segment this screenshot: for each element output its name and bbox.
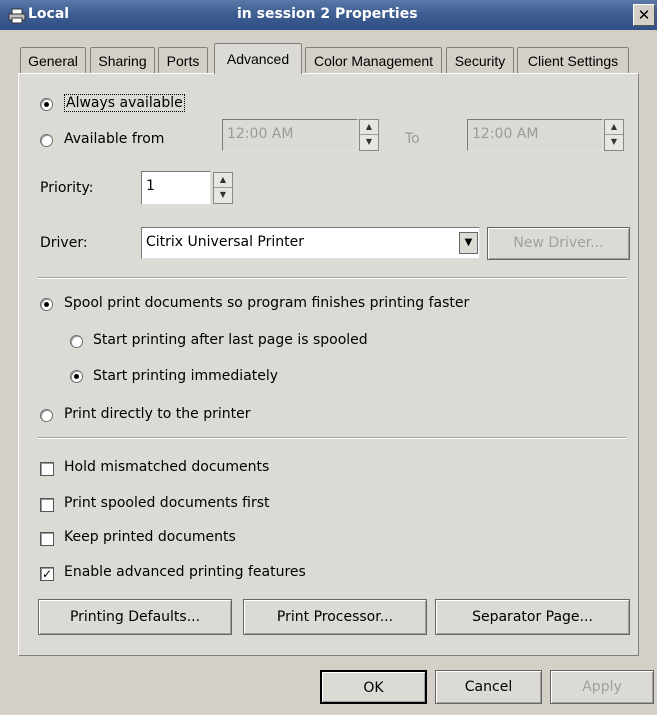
- print-spooled-first-label[interactable]: Print spooled documents first: [64, 495, 270, 511]
- driver-label: Driver:: [40, 235, 88, 251]
- cancel-button[interactable]: Cancel: [435, 670, 542, 704]
- priority-field[interactable]: 1: [141, 171, 211, 205]
- always-available-label[interactable]: Always available: [64, 94, 185, 112]
- tab-general[interactable]: General: [20, 47, 86, 73]
- hold-mismatched-checkbox[interactable]: [40, 462, 54, 476]
- print-directly-label[interactable]: Print directly to the printer: [64, 406, 251, 422]
- tab-advanced[interactable]: Advanced: [214, 43, 302, 74]
- driver-select[interactable]: Citrix Universal Printer: [141, 227, 480, 259]
- tab-sharing[interactable]: Sharing: [90, 47, 155, 73]
- close-button[interactable]: ✕: [633, 4, 655, 26]
- printer-icon: [8, 8, 26, 24]
- spin-down-icon[interactable]: ▼: [605, 135, 623, 150]
- ok-button[interactable]: OK: [320, 670, 427, 704]
- start-immediately-radio[interactable]: [70, 370, 83, 383]
- window-app-name: Local: [28, 6, 70, 22]
- printing-defaults-button[interactable]: Printing Defaults...: [38, 599, 232, 635]
- tab-security[interactable]: Security: [446, 47, 514, 73]
- spin-up-icon[interactable]: ▲: [605, 120, 623, 135]
- tab-color-management[interactable]: Color Management: [305, 47, 442, 73]
- spin-down-icon[interactable]: ▼: [214, 188, 232, 203]
- to-time-field[interactable]: 12:00 AM: [467, 119, 603, 151]
- separator-page-button[interactable]: Separator Page...: [435, 599, 630, 635]
- spin-up-icon[interactable]: ▲: [214, 173, 232, 188]
- start-after-last-page-radio[interactable]: [70, 335, 83, 348]
- spool-label[interactable]: Spool print documents so program finishe…: [64, 295, 469, 311]
- hold-mismatched-label[interactable]: Hold mismatched documents: [64, 459, 269, 475]
- print-processor-button[interactable]: Print Processor...: [243, 599, 427, 635]
- available-from-label[interactable]: Available from: [64, 131, 164, 147]
- divider: [38, 277, 626, 279]
- print-spooled-first-checkbox[interactable]: [40, 498, 54, 512]
- print-directly-radio[interactable]: [40, 409, 53, 422]
- tab-client-settings[interactable]: Client Settings: [517, 47, 629, 73]
- always-available-radio[interactable]: [40, 98, 53, 111]
- apply-button[interactable]: Apply: [550, 670, 654, 704]
- priority-spinner[interactable]: ▲ ▼: [213, 172, 233, 204]
- from-time-field[interactable]: 12:00 AM: [222, 119, 358, 151]
- available-from-radio[interactable]: [40, 134, 53, 147]
- start-immediately-label[interactable]: Start printing immediately: [93, 368, 278, 384]
- spin-down-icon[interactable]: ▼: [360, 135, 378, 150]
- spool-radio[interactable]: [40, 298, 53, 311]
- spin-up-icon[interactable]: ▲: [360, 120, 378, 135]
- enable-advanced-label[interactable]: Enable advanced printing features: [64, 564, 306, 580]
- window-title: in session 2 Properties: [237, 6, 418, 22]
- keep-printed-label[interactable]: Keep printed documents: [64, 529, 236, 545]
- tab-ports[interactable]: Ports: [158, 47, 208, 73]
- from-time-spinner[interactable]: ▲ ▼: [359, 119, 379, 151]
- chevron-down-icon[interactable]: ▼: [459, 232, 478, 254]
- divider: [38, 437, 626, 439]
- to-label: To: [405, 131, 420, 147]
- new-driver-button[interactable]: New Driver...: [487, 227, 630, 260]
- priority-label: Priority:: [40, 180, 94, 196]
- enable-advanced-checkbox[interactable]: ✓: [40, 567, 54, 581]
- keep-printed-checkbox[interactable]: [40, 532, 54, 546]
- to-time-spinner[interactable]: ▲ ▼: [604, 119, 624, 151]
- title-bar: Local in session 2 Properties ✕: [0, 0, 657, 30]
- start-after-last-page-label[interactable]: Start printing after last page is spoole…: [93, 332, 368, 348]
